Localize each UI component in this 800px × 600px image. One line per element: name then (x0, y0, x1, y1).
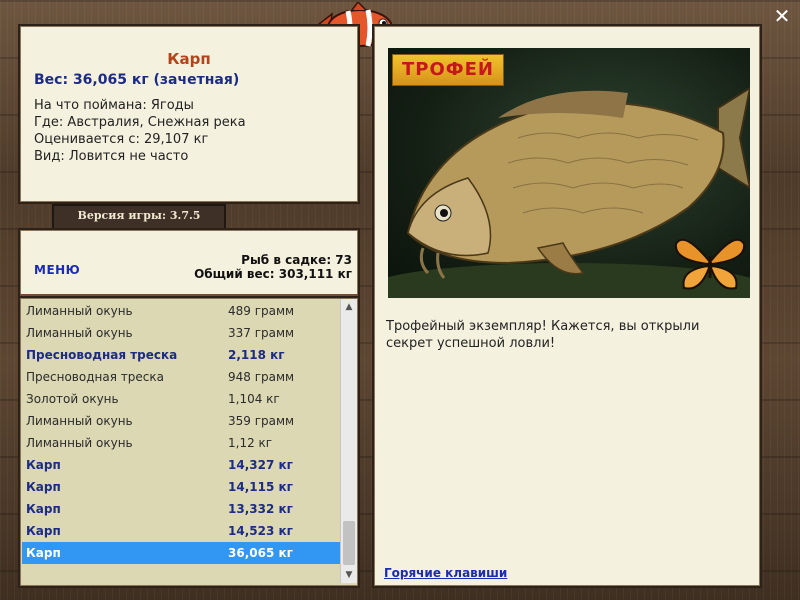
fish-weight-cell: 359 грамм (228, 414, 295, 428)
list-item[interactable]: Лиманный окунь 337 грамм (22, 322, 340, 344)
trophy-badge: ТРОФЕЙ (392, 54, 504, 86)
chevron-up-icon[interactable]: ▲ (341, 299, 357, 315)
fish-weight-cell: 14,327 кг (228, 458, 293, 472)
valuation-info: Оценивается с: 29,107 кг (34, 132, 209, 147)
list-item[interactable]: Лиманный окунь 489 грамм (22, 300, 340, 322)
fish-name-cell: Золотой окунь (26, 392, 119, 406)
fish-name-cell: Карп (26, 502, 61, 516)
fish-name: Карп (167, 50, 211, 68)
fish-photo: ТРОФЕЙ (388, 48, 750, 298)
list-item[interactable]: Карп 13,332 кг (22, 498, 340, 520)
fish-weight-cell: 1,12 кг (228, 436, 273, 450)
fish-weight-cell: 337 грамм (228, 326, 295, 340)
fish-name-cell: Карп (26, 524, 61, 538)
fish-weight-cell: 36,065 кг (228, 546, 293, 560)
fish-weight: Вес: 36,065 кг (зачетная) (34, 72, 240, 88)
list-item[interactable]: Пресноводная треска 2,118 кг (22, 344, 340, 366)
fish-name-cell: Лиманный окунь (26, 304, 133, 318)
trophy-panel: ТРОФЕЙ Трофейный экземпляр! Кажется, вы … (372, 24, 762, 588)
list-item[interactable]: Пресноводная треска 948 грамм (22, 366, 340, 388)
fish-name-cell: Карп (26, 546, 61, 560)
location-info: Где: Австралия, Снежная река (34, 115, 246, 130)
fish-name-cell: Лиманный окунь (26, 436, 133, 450)
fish-weight-cell: 14,115 кг (228, 480, 293, 494)
summary-panel: МЕНЮ Рыб в садке: 73 Общий вес: 303,111 … (18, 228, 360, 298)
rarity-info: Вид: Ловится не часто (34, 149, 189, 164)
total-weight: Общий вес: 303,111 кг (194, 267, 352, 281)
list-item[interactable]: Карп 14,115 кг (22, 476, 340, 498)
trophy-message: Трофейный экземпляр! Кажется, вы открыли… (386, 319, 700, 351)
hotkeys-link[interactable]: Горячие клавиши (384, 566, 507, 580)
fish-weight-cell: 13,332 кг (228, 502, 293, 516)
fish-name-cell: Карп (26, 458, 61, 472)
fish-name-cell: Карп (26, 480, 61, 494)
game-version-label: Версия игры: 3.7.5 (52, 204, 226, 230)
scrollbar[interactable]: ▲ ▼ (340, 299, 357, 583)
menu-button[interactable]: МЕНЮ (34, 263, 80, 277)
fish-weight-cell: 948 грамм (228, 370, 295, 384)
fish-name-cell: Пресноводная треска (26, 370, 164, 384)
close-button[interactable]: ✕ (770, 4, 794, 28)
list-item[interactable]: Лиманный окунь 1,12 кг (22, 432, 340, 454)
fish-name-cell: Лиманный окунь (26, 326, 133, 340)
scroll-thumb[interactable] (343, 521, 355, 565)
fish-name-cell: Пресноводная треска (26, 348, 178, 362)
fish-count: Рыб в садке: 73 (241, 253, 352, 267)
chevron-down-icon[interactable]: ▼ (341, 567, 357, 583)
bait-info: На что поймана: Ягоды (34, 98, 194, 113)
list-item[interactable]: Карп 14,327 кг (22, 454, 340, 476)
list-item[interactable]: Золотой окунь 1,104 кг (22, 388, 340, 410)
fish-weight-cell: 489 грамм (228, 304, 295, 318)
butterfly-icon (674, 238, 746, 290)
list-item[interactable]: Лиманный окунь 359 грамм (22, 410, 340, 432)
fish-weight-cell: 2,118 кг (228, 348, 285, 362)
list-item[interactable]: Карп 14,523 кг (22, 520, 340, 542)
catch-list: Лиманный окунь 489 грамм Лиманный окунь 337… (22, 300, 340, 564)
fish-weight-cell: 1,104 кг (228, 392, 280, 406)
fish-weight-cell: 14,523 кг (228, 524, 293, 538)
list-item[interactable]: Карп 36,065 кг (22, 542, 340, 564)
fish-name-cell: Лиманный окунь (26, 414, 133, 428)
catch-list-panel: Лиманный окунь 489 грамм Лиманный окунь 337… (18, 296, 360, 588)
fish-info-panel: Карп Вес: 36,065 кг (зачетная) На что по… (18, 24, 360, 204)
